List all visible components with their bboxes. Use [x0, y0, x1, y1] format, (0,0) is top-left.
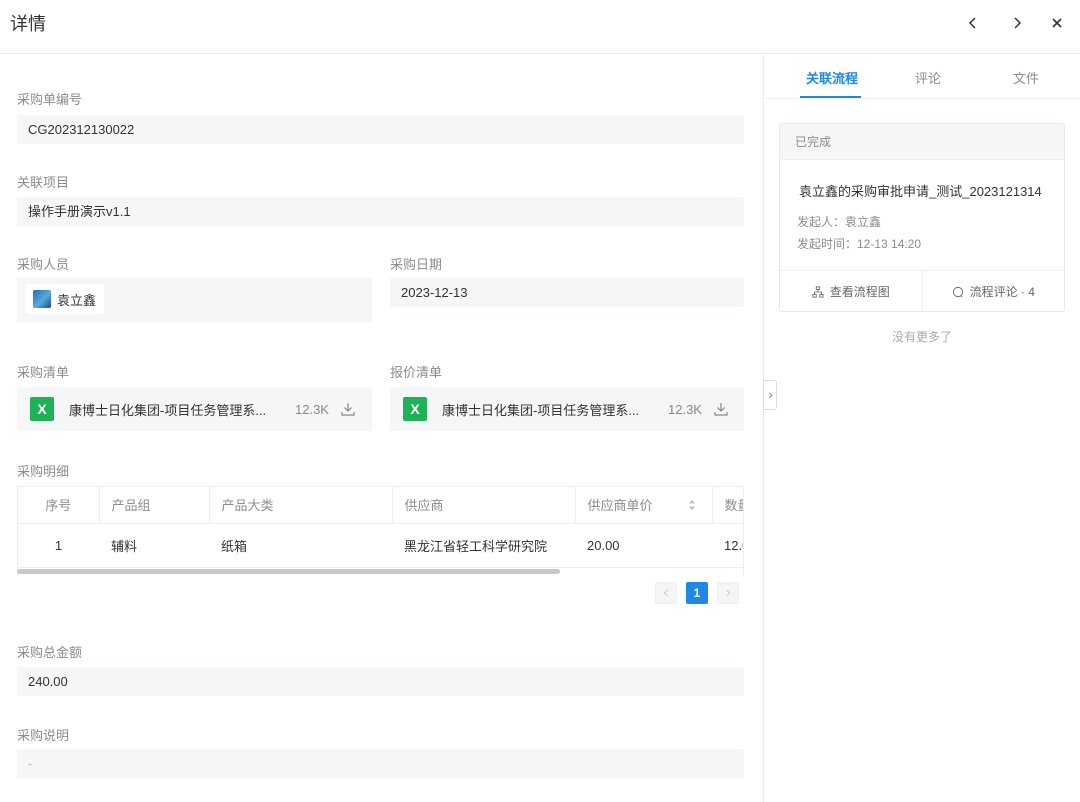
close-button[interactable]: [1046, 12, 1068, 34]
cell: 12.00: [712, 523, 743, 568]
col-header: 序号: [18, 487, 100, 524]
chevron-left-icon: [968, 17, 976, 29]
flowchart-icon: [812, 285, 824, 298]
view-flowchart-button[interactable]: 查看流程图: [780, 271, 922, 312]
total-value: 240.00: [17, 667, 744, 696]
chevron-left-icon: [663, 589, 668, 597]
quote-list-label: 报价清单: [390, 365, 443, 380]
view-flowchart-label: 查看流程图: [829, 285, 890, 299]
page-title: 详情: [10, 14, 46, 34]
buyer-label: 采购人员: [17, 257, 70, 272]
tab-files[interactable]: 文件: [1013, 68, 1039, 87]
chevron-right-icon: [726, 589, 731, 597]
download-icon[interactable]: [714, 402, 728, 416]
col-header: 供应商: [392, 487, 576, 524]
pagination: 1: [655, 582, 739, 604]
sort-icon[interactable]: [688, 499, 696, 511]
purchase-list-label: 采购清单: [17, 365, 70, 380]
remark-value: -: [17, 749, 744, 778]
page-button[interactable]: 1: [686, 582, 708, 604]
date-value: 2023-12-13: [390, 278, 744, 307]
detail-label: 采购明细: [17, 464, 70, 479]
no-more-text: 没有更多了: [891, 330, 952, 344]
cell: 辅料: [99, 523, 209, 568]
col-header: 产品组: [99, 487, 210, 524]
prev-button[interactable]: [962, 12, 984, 34]
detail-header: 详情: [0, 0, 1080, 54]
buyer-name: 袁立鑫: [57, 292, 97, 308]
excel-icon: X: [30, 397, 54, 421]
file-size: 12.3K: [295, 401, 329, 417]
flow-comments-label: 流程评论 · 4: [969, 285, 1035, 299]
flow-comments-button[interactable]: 流程评论 · 4: [921, 271, 1065, 312]
tab-comments[interactable]: 评论: [915, 68, 941, 87]
download-icon[interactable]: [341, 402, 355, 416]
flow-title[interactable]: 袁立鑫的采购审批申请_测试_2023121314: [799, 181, 1042, 200]
col-header-label: 供应商单价: [587, 498, 653, 514]
col-header: 产品大类: [209, 487, 393, 524]
chevron-right-icon: [1014, 17, 1022, 29]
tab-related-flow[interactable]: 关联流程: [806, 68, 858, 87]
cell: 纸箱: [209, 523, 392, 568]
close-icon: [1052, 18, 1062, 28]
project-value: 操作手册演示v1.1: [17, 197, 744, 226]
cell: 黑龙江省轻工科学研究院: [392, 523, 575, 568]
cell: 1: [18, 523, 99, 568]
scroll-thumb[interactable]: [17, 569, 560, 574]
table-header-row: 序号 产品组 产品大类 供应商 供应商单价 数量: [18, 487, 743, 524]
project-label: 关联项目: [17, 175, 70, 190]
detail-table: 序号 产品组 产品大类 供应商 供应商单价 数量 1 辅料 纸箱 黑龙江省轻工科…: [17, 486, 744, 576]
next-page-button[interactable]: [717, 582, 739, 604]
flow-actions: 查看流程图 流程评论 · 4: [780, 270, 1064, 312]
table-scrollbar[interactable]: [17, 569, 744, 575]
table-row[interactable]: 1 辅料 纸箱 黑龙江省轻工科学研究院 20.00 12.00: [18, 523, 743, 568]
date-label: 采购日期: [390, 257, 443, 272]
prev-page-button[interactable]: [655, 582, 677, 604]
comment-icon: [952, 286, 963, 297]
col-header-sortable[interactable]: 供应商单价: [575, 487, 713, 524]
excel-icon: X: [403, 397, 427, 421]
next-button[interactable]: [1006, 12, 1028, 34]
order-no-value: CG202312130022: [17, 115, 744, 144]
flow-initiator: 发起人：袁立鑫: [797, 215, 882, 229]
remark-label: 采购说明: [17, 728, 70, 743]
file-name: 康博士日化集团-项目任务管理系...: [69, 402, 267, 418]
file-size: 12.3K: [668, 401, 702, 417]
flow-time: 发起时间：12-13 14:20: [797, 237, 922, 251]
side-panel: 关联流程 评论 文件 已完成 袁立鑫的采购审批申请_测试_2023121314 …: [764, 55, 1080, 802]
flow-card[interactable]: 已完成 袁立鑫的采购审批申请_测试_2023121314 发起人：袁立鑫 发起时…: [779, 123, 1065, 312]
file-name: 康博士日化集团-项目任务管理系...: [442, 402, 640, 418]
avatar: [33, 290, 51, 308]
cell: 20.00: [575, 523, 712, 568]
total-label: 采购总金额: [17, 645, 83, 660]
flow-status: 已完成: [780, 124, 1064, 160]
quote-list-file[interactable]: X 康博士日化集团-项目任务管理系... 12.3K: [390, 387, 744, 431]
order-no-label: 采购单编号: [17, 92, 83, 107]
side-tabs: 关联流程 评论 文件: [764, 55, 1080, 99]
purchase-list-file[interactable]: X 康博士日化集团-项目任务管理系... 12.3K: [17, 387, 372, 431]
buyer-chip[interactable]: 袁立鑫: [25, 284, 105, 314]
active-tab-indicator: [800, 96, 861, 98]
col-header: 数量: [712, 487, 743, 524]
